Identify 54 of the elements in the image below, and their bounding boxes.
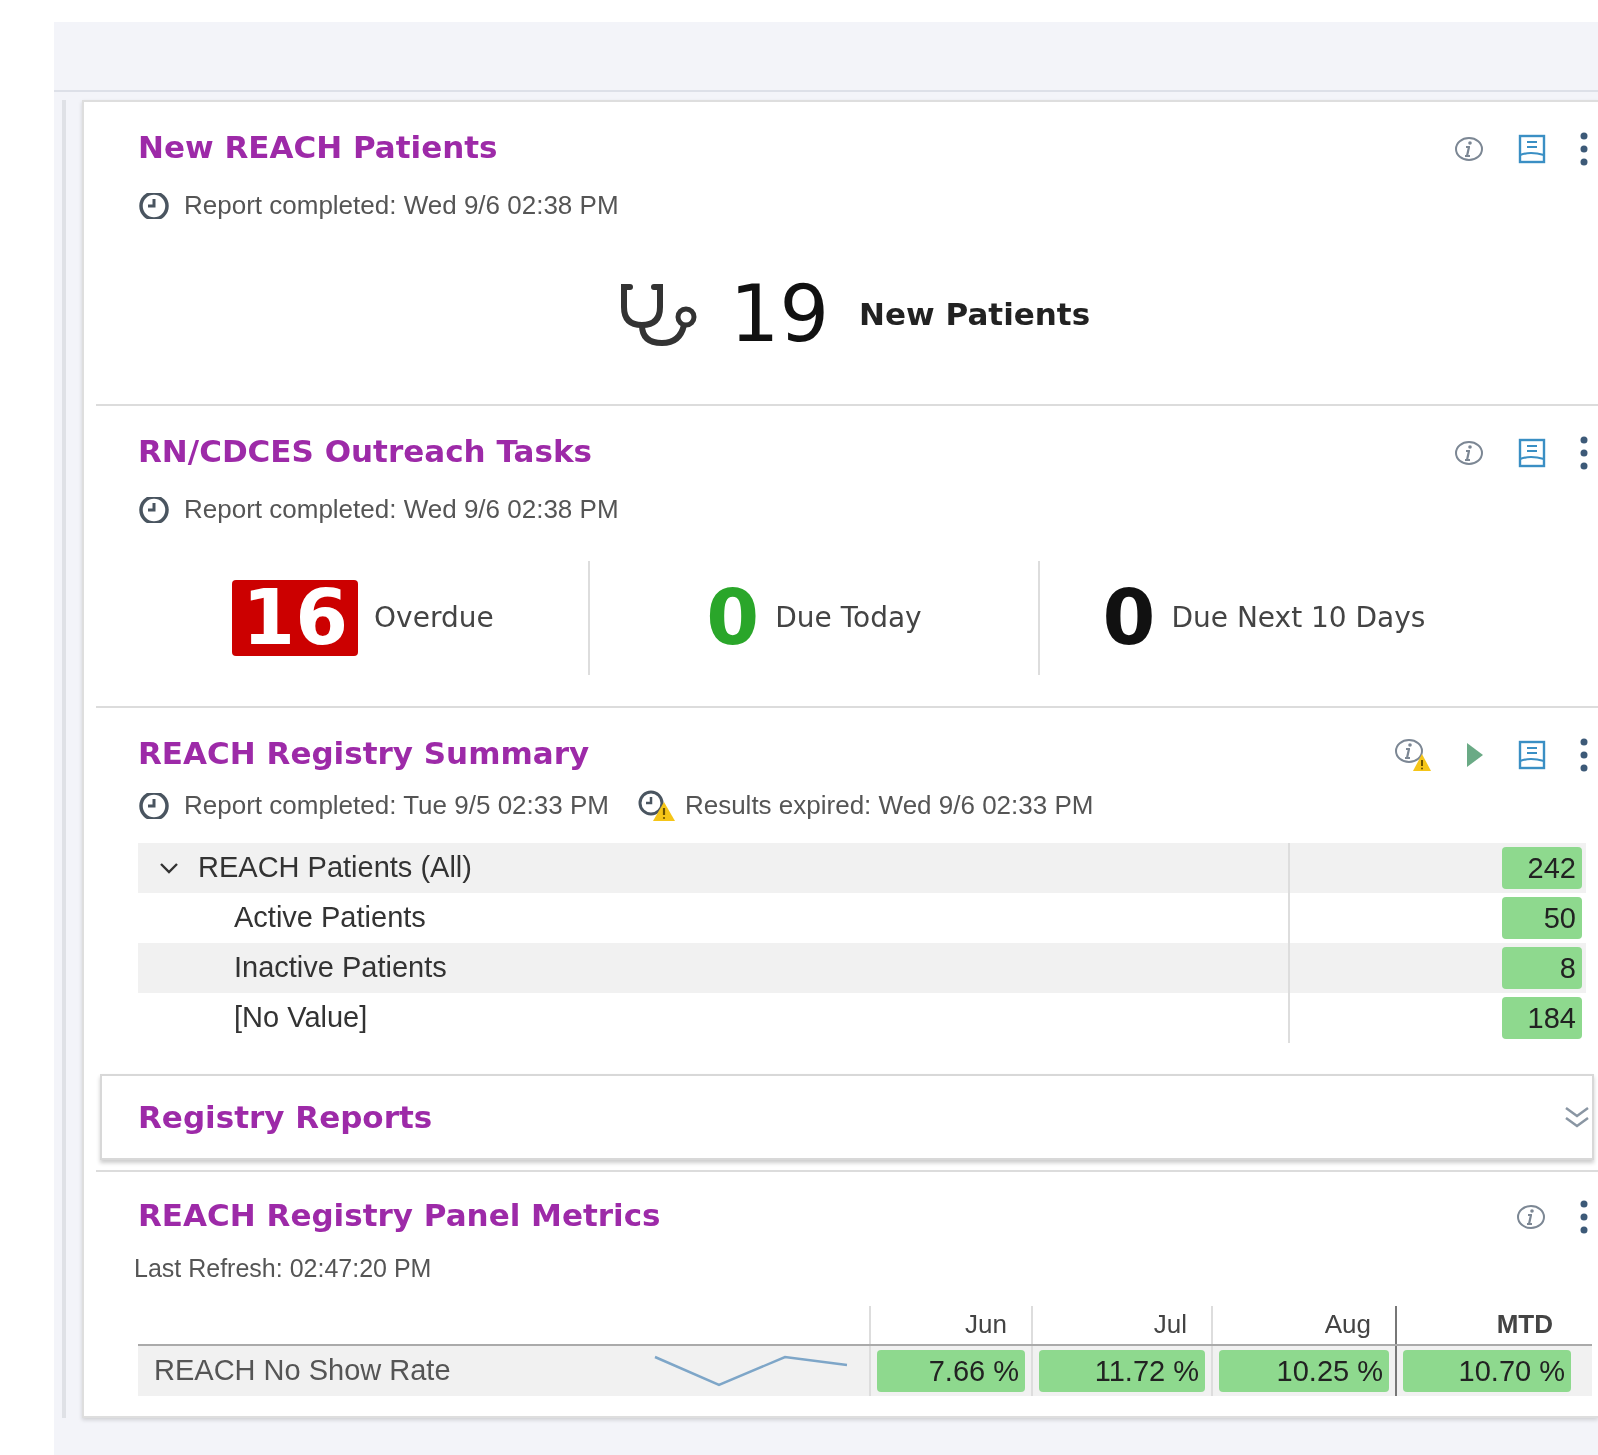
task-label: Overdue: [374, 600, 494, 636]
new-patients-label: New Patients: [859, 294, 1091, 334]
clock-icon: [138, 792, 170, 819]
column-header: Jul: [1153, 1307, 1187, 1341]
column-header: Jun: [965, 1307, 1007, 1341]
more-options-icon[interactable]: [1580, 436, 1588, 470]
column-header: Aug: [1324, 1307, 1371, 1341]
info-warning-icon[interactable]: [1394, 738, 1432, 772]
collapsed-panel[interactable]: Registry Reports: [100, 1074, 1594, 1160]
last-refresh-time: Last Refresh: 02:47:20 PM: [134, 1253, 433, 1284]
task-count: 0: [706, 580, 760, 656]
results-expired-time: Results expired: Wed 9/6 02:33 PM: [684, 789, 1094, 822]
panel-title: New REACH Patients: [138, 132, 498, 163]
info-icon[interactable]: [1454, 440, 1484, 466]
expired-warning-icon: [636, 789, 677, 822]
report-completed-time: Report completed: Wed 9/6 02:38 PM: [184, 189, 619, 222]
report-completed-time: Report completed: Tue 9/5 02:33 PM: [184, 789, 609, 822]
collapse-chevron-icon[interactable]: [158, 861, 180, 875]
count-cell: 184: [1502, 997, 1582, 1039]
report-icon[interactable]: [1518, 134, 1546, 164]
metric-value-cell: 11.72 %: [1039, 1349, 1205, 1392]
new-patient-count: 19: [729, 275, 830, 353]
column-header: MTD: [1496, 1307, 1553, 1341]
more-options-icon[interactable]: [1580, 1200, 1588, 1234]
tree-row-label: [No Value]: [234, 1000, 368, 1036]
clock-icon: [138, 496, 170, 523]
info-icon[interactable]: [1516, 1204, 1546, 1230]
metric-value-cell: 10.70 %: [1403, 1349, 1571, 1392]
panel-title: RN/CDCES Outreach Tasks: [138, 436, 592, 467]
task-count: 16: [232, 580, 359, 656]
metric-value-cell: 10.25 %: [1219, 1349, 1389, 1392]
expand-chevron-icon[interactable]: [1564, 1106, 1590, 1128]
clock-icon: [138, 192, 170, 219]
tree-row-label: Inactive Patients: [234, 950, 447, 986]
tree-row-label: REACH Patients (All): [198, 850, 472, 886]
report-completed-time: Report completed: Wed 9/6 02:38 PM: [184, 493, 619, 526]
panel-title: REACH Registry Summary: [138, 738, 590, 769]
task-label: Due Today: [775, 600, 922, 636]
info-icon[interactable]: [1454, 136, 1484, 162]
play-icon[interactable]: [1466, 742, 1484, 768]
metric-value-cell: 7.66 %: [877, 1349, 1025, 1392]
task-count: 0: [1102, 580, 1156, 656]
more-options-icon[interactable]: [1580, 738, 1588, 772]
panel-title: REACH Registry Panel Metrics: [138, 1200, 661, 1231]
metric-label: REACH No Show Rate: [154, 1352, 451, 1388]
report-icon[interactable]: [1518, 740, 1546, 770]
task-label: Due Next 10 Days: [1171, 600, 1426, 636]
panel-title: Registry Reports: [138, 1101, 433, 1133]
tree-row-label: Active Patients: [234, 900, 426, 936]
count-cell: 8: [1502, 947, 1582, 989]
report-icon[interactable]: [1518, 438, 1546, 468]
more-options-icon[interactable]: [1580, 132, 1588, 166]
count-cell: 50: [1502, 897, 1582, 939]
count-cell: 242: [1502, 847, 1582, 889]
